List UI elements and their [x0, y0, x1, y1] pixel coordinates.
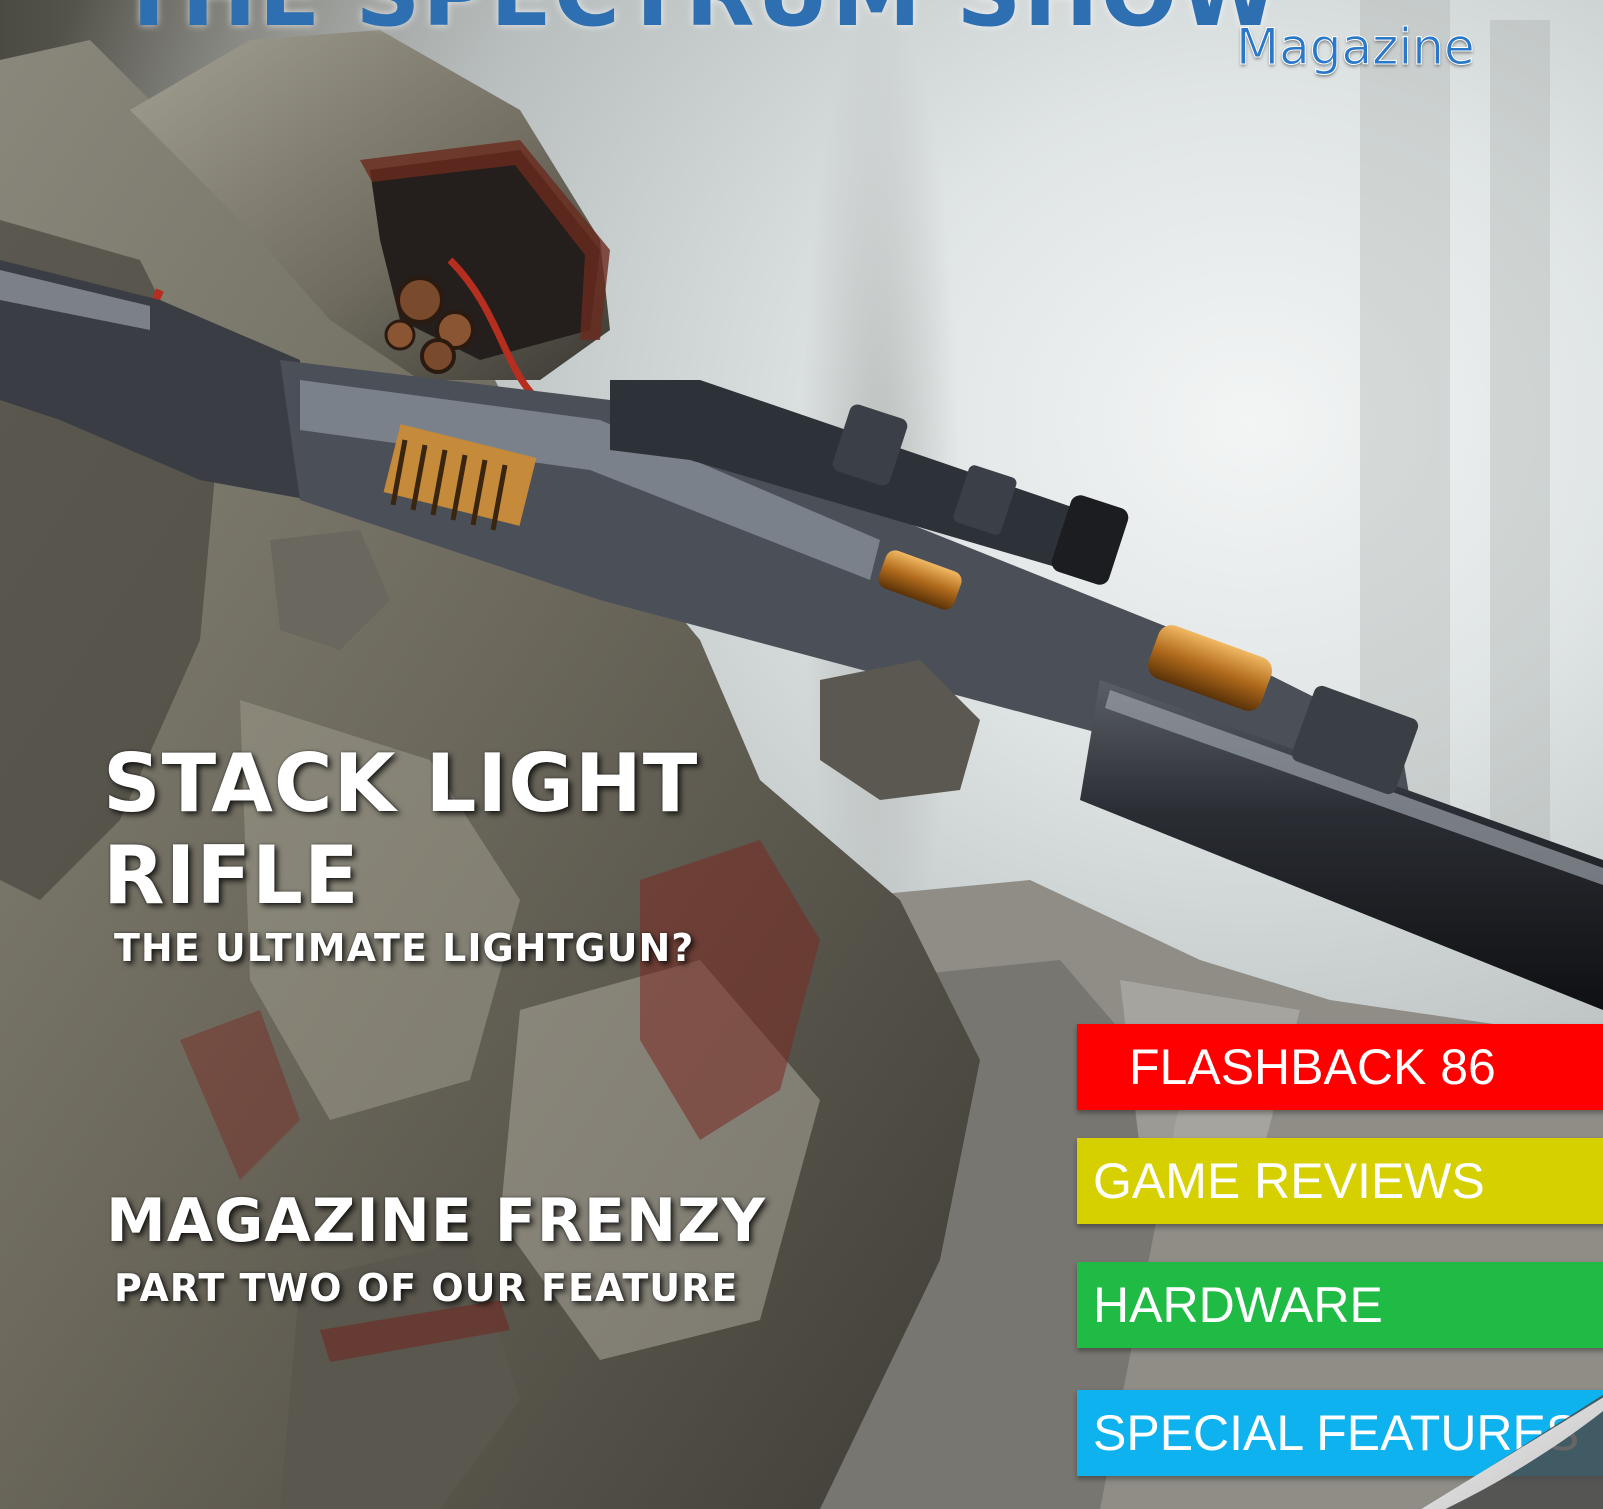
story-subheadline: PART TWO OF OUR FEATURE	[114, 1266, 739, 1310]
mask-lens	[384, 319, 416, 351]
masthead-subtitle: Magazine	[1236, 18, 1476, 77]
section-tag-flashback: FLASHBACK 86	[1077, 1024, 1603, 1110]
mask-lens	[420, 338, 456, 374]
story-subheadline: THE ULTIMATE LIGHTGUN?	[114, 926, 695, 970]
mask-lens	[396, 276, 444, 324]
section-tag-game-reviews: GAME REVIEWS	[1077, 1138, 1603, 1224]
story-headline: MAGAZINE FRENZY	[106, 1186, 767, 1256]
section-tag-special-features: SPECIAL FEATURES	[1077, 1390, 1603, 1476]
story-headline: STACK LIGHT RIFLE	[103, 737, 699, 922]
background-pillar	[1490, 20, 1550, 920]
magazine-cover: THE SPECTRUM SHOW Magazine STACK LIGHT R…	[0, 0, 1603, 1509]
section-tag-hardware: HARDWARE	[1077, 1262, 1603, 1348]
masthead-title: THE SPECTRUM SHOW	[118, 0, 1280, 47]
